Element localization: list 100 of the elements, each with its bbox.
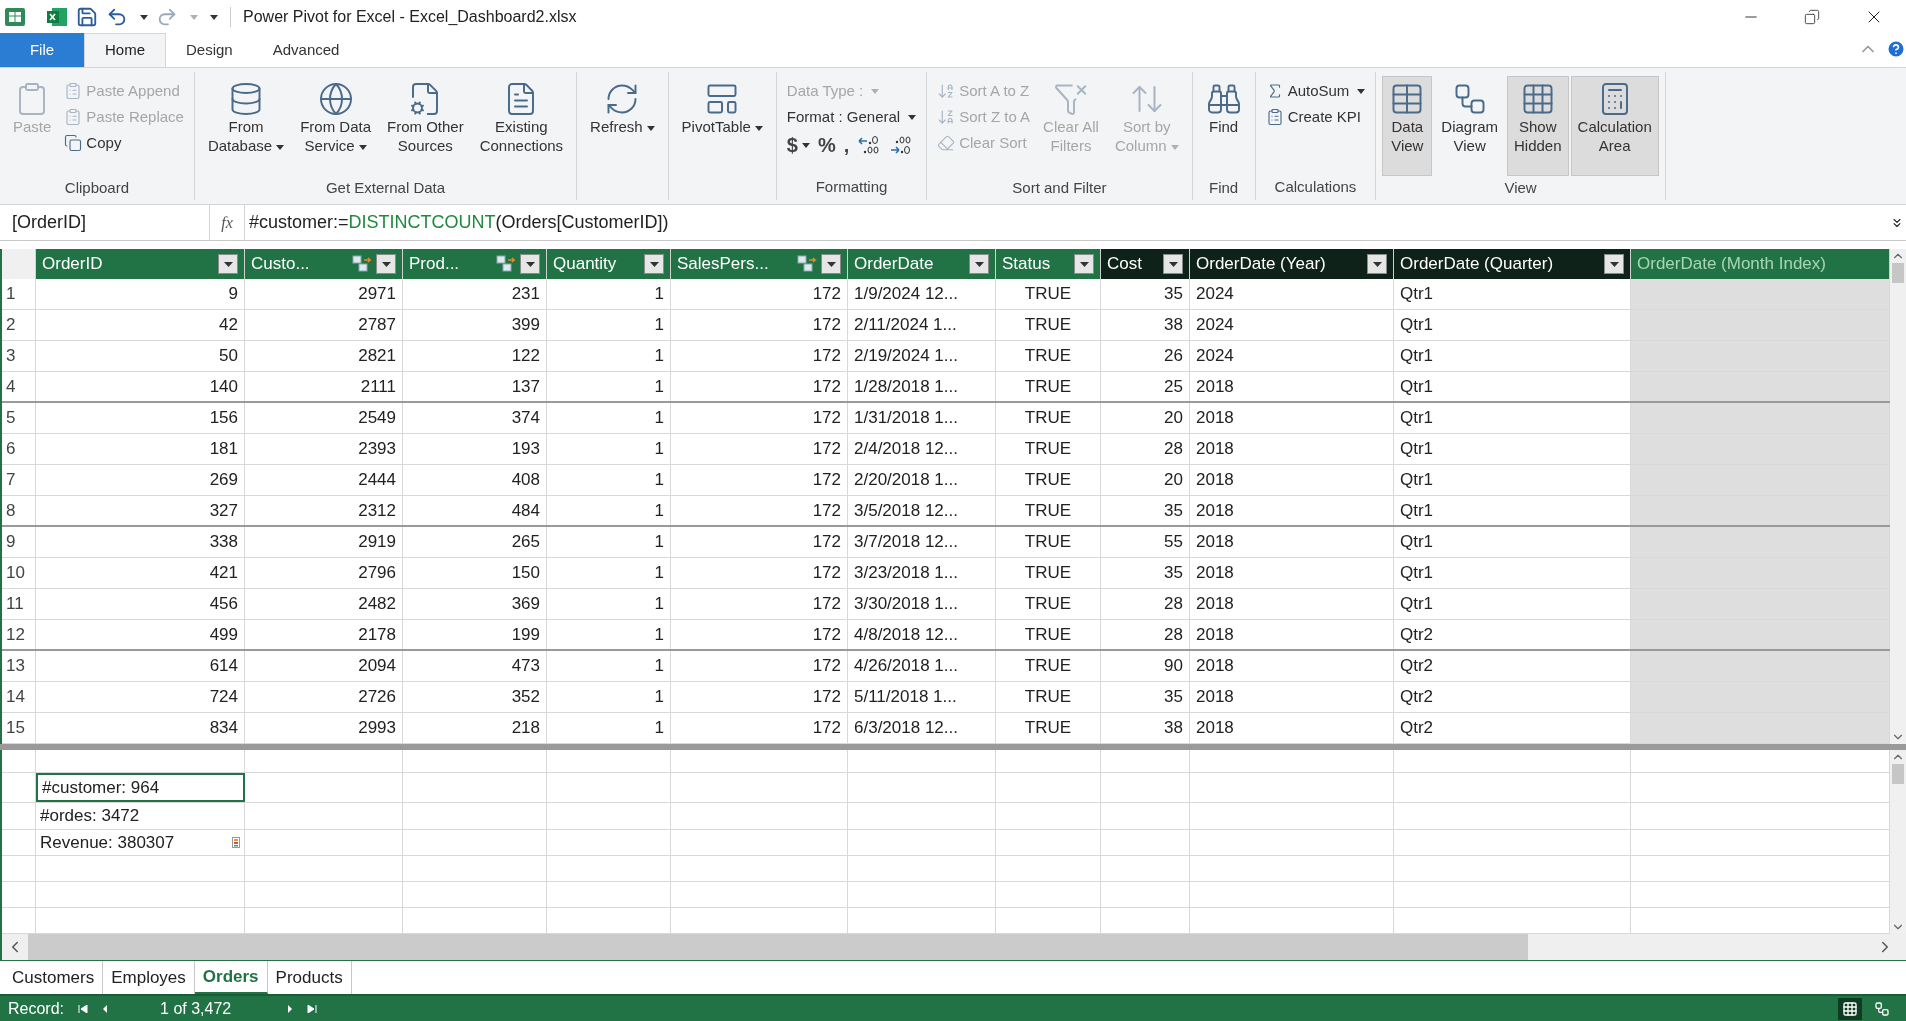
app-icon[interactable]	[4, 6, 26, 28]
caret-icon	[1609, 261, 1619, 267]
column-title: OrderID	[42, 253, 104, 276]
relationship-icon	[496, 255, 516, 273]
help-icon[interactable]	[1886, 39, 1906, 59]
ribbon-button[interactable]: Diagram View	[1434, 76, 1505, 176]
restore-icon[interactable]	[1804, 9, 1820, 25]
measure-cell[interactable]: #ordes: 3472	[36, 803, 245, 829]
caret-icon	[1168, 261, 1178, 267]
caret-icon	[525, 261, 535, 267]
measure-cell[interactable]: Revenue: 380307	[36, 829, 245, 856]
column-title: OrderDate (Year)	[1196, 253, 1327, 276]
column-header[interactable]: OrderID	[36, 249, 245, 279]
ribbon-button[interactable]: Format : General	[782, 104, 921, 130]
column-title: Status	[1002, 253, 1052, 276]
column-title: OrderDate (Month Index)	[1637, 253, 1827, 276]
ribbon-tab[interactable]: Design	[166, 33, 253, 67]
column-header[interactable]: SalesPers...	[671, 249, 848, 279]
ribbon-button[interactable]: From Other Sources	[380, 76, 471, 176]
caret-icon	[649, 261, 659, 267]
ribbon-button[interactable]: Show Hidden	[1507, 76, 1569, 176]
column-header[interactable]: OrderDate	[848, 249, 996, 279]
sheet-tab[interactable]: Orders	[194, 961, 268, 994]
relationship-icon	[797, 255, 817, 273]
record-label: Record:	[8, 998, 65, 1019]
caret-icon	[276, 144, 285, 150]
filter-button[interactable]	[969, 254, 989, 274]
filter-button[interactable]	[644, 254, 664, 274]
ribbon-button[interactable]: From Data Service	[293, 76, 378, 176]
filter-button[interactable]	[376, 254, 396, 274]
format-button[interactable]: %	[817, 130, 836, 160]
column-header[interactable]: Cost	[1101, 249, 1190, 279]
ribbon-button[interactable]: Find	[1198, 76, 1249, 176]
clipboard-icon	[64, 108, 83, 126]
measure-cell[interactable]: #customer: 964	[36, 773, 245, 803]
filter-button[interactable]	[1074, 254, 1094, 274]
scrollbar-thumb[interactable]	[1892, 263, 1904, 283]
formula-text: #customer:=	[249, 211, 349, 234]
column-header[interactable]: OrderDate (Month Index)	[1631, 249, 1890, 279]
filter-button[interactable]	[520, 254, 540, 274]
column-header[interactable]: Status	[996, 249, 1101, 279]
format-button[interactable]: ,	[843, 130, 850, 160]
first-record-icon[interactable]	[78, 1004, 89, 1013]
format-button[interactable]: $	[786, 130, 810, 160]
record-position: 1 of 3,472	[160, 998, 232, 1019]
filter-button[interactable]	[218, 254, 238, 274]
caret-icon	[1372, 261, 1382, 267]
increase-decimal-icon	[857, 135, 882, 155]
scrollbar-thumb[interactable]	[28, 934, 1528, 960]
last-record-icon[interactable]	[307, 1004, 318, 1013]
caret-icon	[754, 125, 763, 131]
formula-text: DISTINCTCOUNT	[348, 211, 496, 234]
column-title: OrderDate	[854, 253, 935, 276]
filter-button[interactable]	[1163, 254, 1183, 274]
ribbon-button[interactable]: Existing Connections	[472, 76, 571, 176]
column-header[interactable]: Prod...	[403, 249, 547, 279]
scrollbar-thumb[interactable]	[1892, 764, 1904, 784]
caret-icon	[1170, 144, 1179, 150]
function-button[interactable]: fx	[210, 210, 244, 235]
formula-field[interactable]: #customer:=DISTINCTCOUNT(Orders[CustomerID])	[244, 205, 1888, 240]
column-title: Custo...	[251, 253, 311, 276]
column-title: Quantity	[553, 253, 618, 276]
column-title: Cost	[1107, 253, 1143, 276]
ribbon-button[interactable]: Calculation Area	[1570, 76, 1659, 176]
caret-icon	[210, 14, 218, 20]
filter-button[interactable]	[1604, 254, 1624, 274]
filter-button[interactable]	[821, 254, 841, 274]
group-label: Formatting	[815, 176, 888, 197]
ribbon-button[interactable]: Refresh	[583, 76, 662, 176]
previous-record-icon[interactable]	[102, 1004, 109, 1013]
excel-icon[interactable]	[46, 6, 68, 28]
grid-view-icon[interactable]	[1838, 997, 1862, 1020]
ribbon-tab[interactable]: Home	[84, 33, 166, 67]
ribbon-button[interactable]: AutoSum	[1261, 78, 1370, 104]
ribbon-button[interactable]: PivotTable	[674, 76, 770, 176]
ribbon-tab[interactable]: File	[0, 33, 84, 67]
sort-icon	[937, 108, 956, 126]
filter-button[interactable]	[1367, 254, 1387, 274]
name-box[interactable]: [OrderID]	[0, 205, 210, 240]
ribbon-button[interactable]: Create KPI	[1261, 104, 1370, 130]
column-header[interactable]: OrderDate (Year)	[1190, 249, 1394, 279]
window-title: Power Pivot for Excel - Excel_Dashboard2.xlsx	[243, 7, 577, 27]
ribbon-tab[interactable]: Advanced	[252, 33, 360, 67]
ribbon-button[interactable]: Data View	[1382, 76, 1433, 176]
column-header[interactable]: Custo...	[245, 249, 403, 279]
caret-icon	[1079, 261, 1089, 267]
relationship-icon	[352, 255, 372, 273]
vertical-scrollbar[interactable]	[1890, 750, 1906, 934]
vertical-scrollbar[interactable]	[1890, 249, 1906, 744]
next-record-icon[interactable]	[287, 1004, 294, 1013]
ribbon-button[interactable]: Copy	[60, 130, 188, 156]
copy-icon	[64, 134, 83, 152]
horizontal-scrollbar[interactable]	[0, 934, 1906, 960]
save-icon[interactable]	[76, 6, 98, 28]
column-header[interactable]: Quantity	[547, 249, 671, 279]
ribbon-button[interactable]: From Database	[200, 76, 292, 176]
column-header[interactable]: OrderDate (Quarter)	[1394, 249, 1631, 279]
undo-icon[interactable]	[106, 6, 128, 28]
formula-text: (Orders[CustomerID])	[495, 211, 669, 234]
group-label: Get External Data	[325, 177, 446, 198]
